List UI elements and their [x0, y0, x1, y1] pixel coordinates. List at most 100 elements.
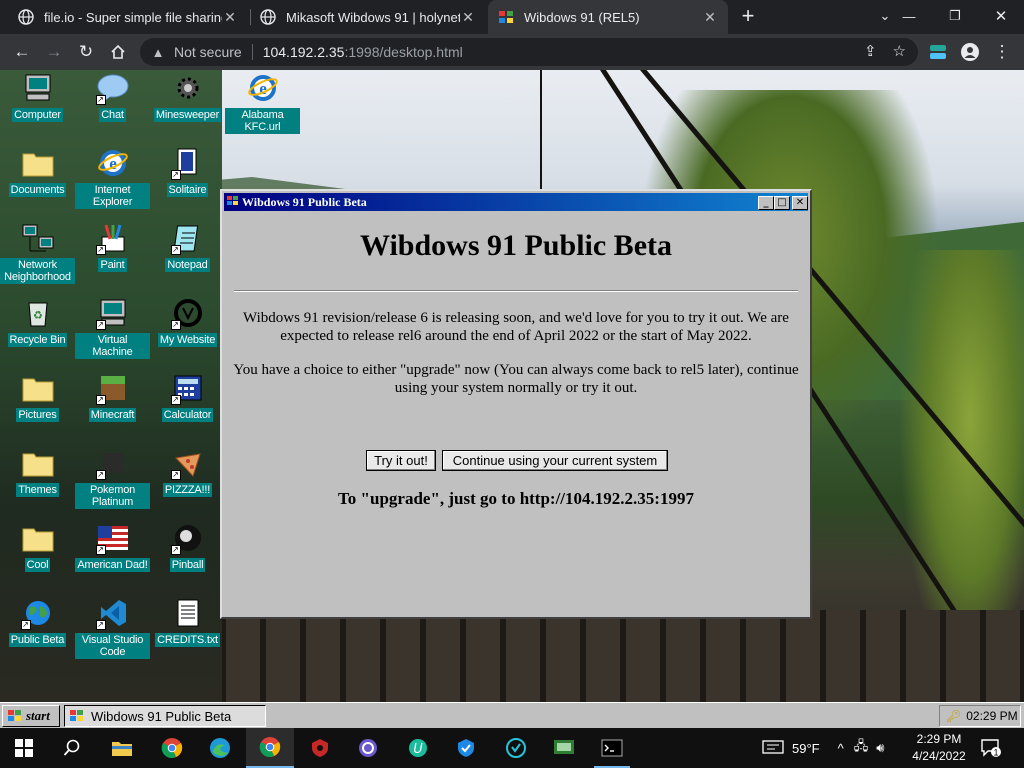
warning-triangle-icon[interactable]: ▲: [148, 45, 168, 60]
maximize-button[interactable]: □: [774, 196, 790, 210]
desktop-icon[interactable]: ↗ Calculator: [150, 370, 225, 422]
bookmark-star-icon[interactable]: ☆: [893, 42, 906, 60]
desktop-icon[interactable]: ↗ American Dad!: [75, 520, 150, 572]
shield-app-icon[interactable]: [296, 728, 344, 768]
desktop-icon-label: Themes: [16, 483, 59, 497]
app-icon[interactable]: [540, 728, 588, 768]
terminal-icon[interactable]: [588, 728, 636, 768]
desktop-icon[interactable]: ↗ Virtual Machine: [75, 295, 150, 359]
tab-close-icon[interactable]: ✕: [702, 9, 718, 26]
tab-wibdows-rel5[interactable]: Wibdows 91 (REL5) ✕: [488, 0, 728, 34]
browser-toolbar: ← → ↻ ▲ Not secure 104.192.2.35 :1998/de…: [0, 34, 1024, 70]
network-icon[interactable]: 🖧︎: [854, 737, 869, 759]
public-beta-window[interactable]: Wibdows 91 Public Beta _ □ ✕ Wibdows 91 …: [220, 189, 812, 619]
extensions-icon[interactable]: [926, 40, 950, 64]
try-it-out-button[interactable]: Try it out!: [366, 450, 436, 471]
desktop-icon[interactable]: e Internet Explorer: [75, 145, 150, 209]
volume-icon[interactable]: 🔊︎: [876, 740, 884, 756]
share-icon[interactable]: ⇪: [864, 42, 877, 60]
desktop-icon[interactable]: ♻ Recycle Bin: [0, 295, 75, 347]
desktop-icon[interactable]: Network Neighborhood: [0, 220, 75, 284]
reload-icon[interactable]: ↻: [74, 40, 98, 64]
desktop-icon[interactable]: Themes: [0, 445, 75, 497]
address-bar[interactable]: ▲ Not secure 104.192.2.35 :1998/desktop.…: [140, 38, 918, 66]
vpn-icon[interactable]: [492, 728, 540, 768]
shortcut-arrow-icon: ↗: [95, 545, 106, 555]
wibdows-icon: [227, 196, 238, 205]
desktop-icon-label: Internet Explorer: [75, 183, 150, 209]
windows-flag-icon: [8, 710, 21, 721]
taskbar-clock[interactable]: 2:29 PM 4/24/2022: [906, 731, 972, 765]
app-icon[interactable]: U: [394, 728, 442, 768]
tab-mikasoft[interactable]: Mikasoft Wibdows 91 | holynetw ✕: [250, 0, 486, 34]
desktop-icon-label: Solitaire: [166, 183, 209, 197]
chrome-icon[interactable]: [148, 728, 196, 768]
desktop-icon[interactable]: CREDITS.txt: [150, 595, 225, 647]
desktop-icon[interactable]: ↗ Visual Studio Code: [75, 595, 150, 659]
url-path: :1998/desktop.html: [344, 44, 463, 60]
desktop-icon[interactable]: ↗ Public Beta: [0, 595, 75, 647]
search-icon[interactable]: [48, 728, 96, 768]
app-icon[interactable]: [344, 728, 392, 768]
globe-icon: [18, 9, 34, 25]
shortcut-arrow-icon: ↗: [170, 170, 181, 180]
restore-window-icon[interactable]: ❐: [932, 0, 978, 32]
desktop-icon[interactable]: ↗ My Website: [150, 295, 225, 347]
weather-icon[interactable]: [762, 739, 784, 758]
desktop-icon[interactable]: e Alabama KFC.url: [225, 70, 300, 134]
new-tab-button[interactable]: +: [736, 5, 760, 29]
shortcut-arrow-icon: ↗: [95, 395, 106, 405]
browser-tab-strip: file.io - Super simple file sharing ✕ Mi…: [0, 0, 1024, 34]
system-tray: 59°F ^ 🖧︎ 🔊︎: [762, 728, 884, 768]
shield-app-icon[interactable]: [442, 728, 490, 768]
desktop-icon[interactable]: Computer: [0, 70, 75, 122]
tab-file-io[interactable]: file.io - Super simple file sharing ✕: [8, 0, 248, 34]
wibdows-icon: [498, 9, 514, 25]
desktop-icon[interactable]: ↗ PIZZZA!!!: [150, 445, 225, 497]
continue-current-system-button[interactable]: Continue using your current system: [442, 450, 668, 471]
key-icon[interactable]: 🔑︎: [946, 709, 961, 723]
desktop-icon[interactable]: ↗ Notepad: [150, 220, 225, 272]
notification-center-icon[interactable]: 1: [980, 738, 1004, 760]
tab-close-icon[interactable]: ✕: [222, 9, 238, 26]
file-explorer-icon[interactable]: [98, 728, 146, 768]
minimize-window-icon[interactable]: —: [886, 0, 932, 32]
desktop-icon[interactable]: Cool: [0, 520, 75, 572]
clock-date: 4/24/2022: [912, 749, 966, 763]
desktop-icon[interactable]: ↗ Pokemon Platinum: [75, 445, 150, 509]
wallpaper-cable: [540, 70, 542, 190]
clock-time: 2:29 PM: [916, 732, 962, 746]
desktop-icon[interactable]: Minesweeper: [150, 70, 225, 122]
minimize-button[interactable]: _: [758, 196, 774, 210]
desktop-icon[interactable]: ↗ Chat: [75, 70, 150, 122]
profile-avatar-icon[interactable]: [958, 40, 982, 64]
weather-temp[interactable]: 59°F: [792, 741, 820, 756]
pinball-icon: ↗: [170, 521, 205, 555]
forward-arrow-icon[interactable]: →: [42, 40, 66, 64]
window-title-bar[interactable]: Wibdows 91 Public Beta _ □ ✕: [224, 193, 808, 211]
taskbar-window-item[interactable]: Wibdows 91 Public Beta: [64, 705, 266, 727]
close-button[interactable]: ✕: [792, 196, 808, 210]
url-host: 104.192.2.35: [262, 44, 345, 60]
chrome-icon[interactable]: [246, 728, 294, 768]
desktop-icon[interactable]: Documents: [0, 145, 75, 197]
tab-close-icon[interactable]: ✕: [460, 9, 476, 26]
desktop-icon[interactable]: ↗ Paint: [75, 220, 150, 272]
security-label[interactable]: Not secure: [174, 44, 242, 60]
desktop-icon[interactable]: ↗ Minecraft: [75, 370, 150, 422]
home-icon[interactable]: [106, 40, 130, 64]
desktop[interactable]: Computer ↗ Chat Minesweeper e Alabama KFC.url…: [0, 70, 1024, 702]
windows-start-icon[interactable]: [0, 728, 48, 768]
close-window-icon[interactable]: ✕: [978, 0, 1024, 32]
desktop-icon[interactable]: Pictures: [0, 370, 75, 422]
chevron-up-icon[interactable]: ^: [838, 741, 844, 756]
tab-title: Wibdows 91 (REL5): [524, 9, 640, 25]
menu-kebab-icon[interactable]: ⋮: [990, 40, 1014, 64]
folder-icon: [21, 521, 55, 555]
start-button[interactable]: start: [2, 705, 60, 727]
retro-system-tray: 🔑︎ 02:29 PM: [939, 705, 1021, 727]
desktop-icon[interactable]: ↗ Pinball: [150, 520, 225, 572]
edge-icon[interactable]: [196, 728, 244, 768]
desktop-icon[interactable]: ↗ Solitaire: [150, 145, 225, 197]
back-arrow-icon[interactable]: ←: [10, 40, 34, 64]
